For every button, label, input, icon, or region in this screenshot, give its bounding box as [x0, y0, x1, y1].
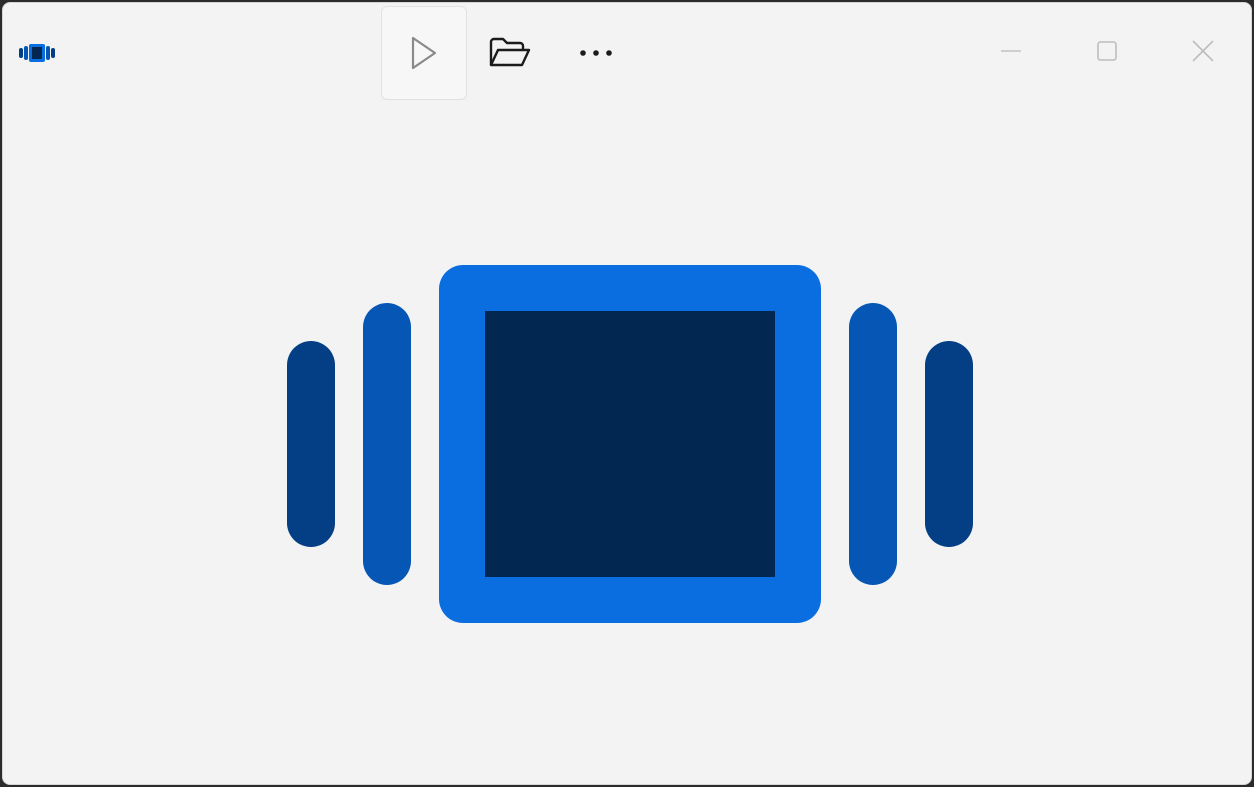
title-bar[interactable]: [3, 3, 1251, 101]
frame-inner: [485, 311, 775, 577]
media-player-icon: [19, 44, 55, 62]
maximize-button[interactable]: [1059, 3, 1155, 99]
close-button[interactable]: [1155, 3, 1251, 99]
play-icon: [411, 36, 437, 70]
inner-right-bar: [849, 303, 897, 585]
outer-left-bar: [287, 341, 335, 547]
caption-buttons: [963, 3, 1251, 99]
more-options-button[interactable]: [553, 6, 639, 100]
minimize-button[interactable]: [963, 3, 1059, 99]
app-window: [2, 2, 1252, 785]
play-button[interactable]: [381, 6, 467, 100]
toolbar: [381, 5, 639, 101]
more-horizontal-icon: [580, 50, 612, 56]
inner-left-bar: [363, 303, 411, 585]
media-player-logo-icon: [287, 265, 973, 623]
open-file-button[interactable]: [467, 6, 553, 100]
minimize-icon: [1001, 50, 1021, 52]
maximize-icon: [1097, 41, 1117, 61]
outer-right-bar: [925, 341, 973, 547]
folder-open-icon: [489, 37, 531, 67]
close-icon: [1192, 40, 1214, 62]
